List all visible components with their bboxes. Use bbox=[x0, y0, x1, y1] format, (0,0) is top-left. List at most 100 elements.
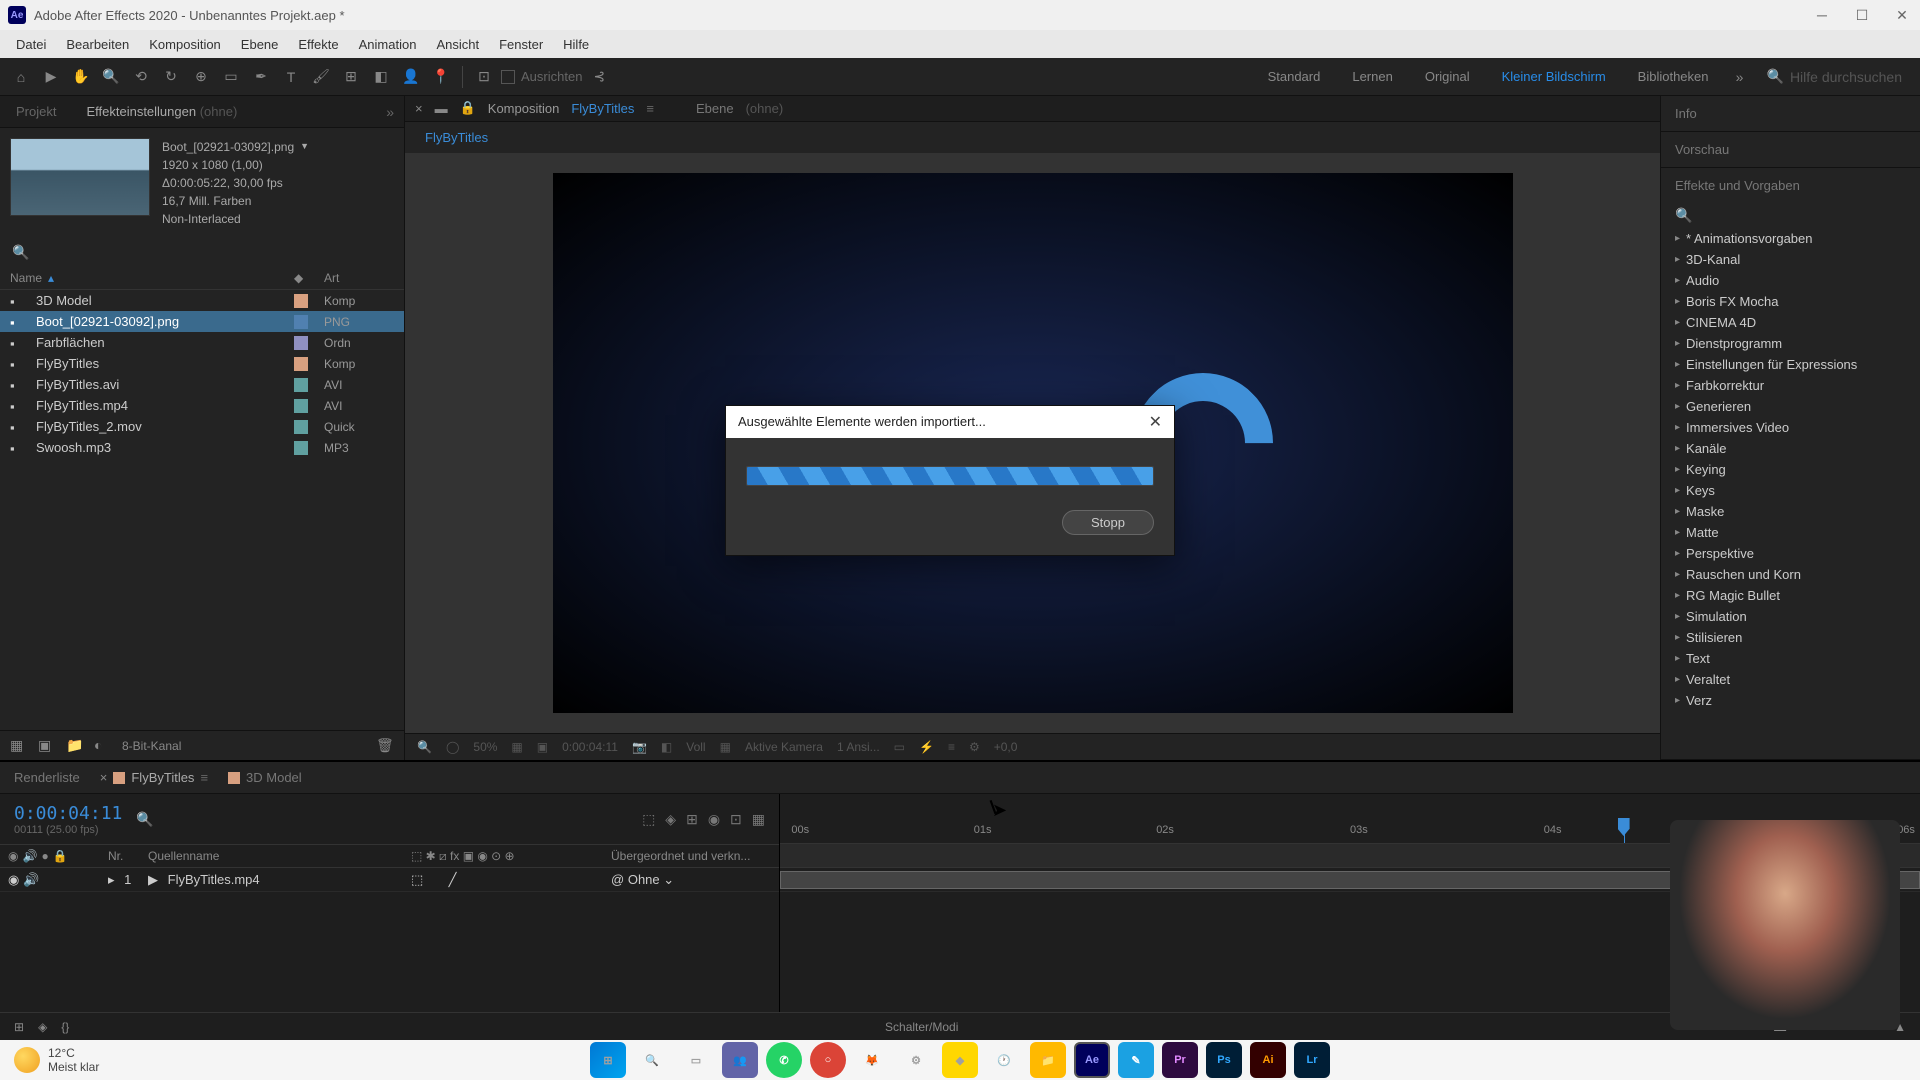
resolution-value[interactable]: Voll bbox=[686, 740, 705, 754]
project-item[interactable]: ▪FlyByTitles.avi AVI bbox=[0, 374, 404, 395]
timeline-layer-row[interactable]: ◉ 🔊 ▸ 1 ▶ FlyByTitles.mp4 ⬚ ╱ @ Ohne ⌄ bbox=[0, 868, 779, 892]
tab-renderliste[interactable]: Renderliste bbox=[14, 770, 80, 785]
project-item[interactable]: ▪FlyByTitles.mp4 AVI bbox=[0, 395, 404, 416]
pixel-aspect-icon[interactable]: ▭ bbox=[894, 740, 905, 754]
region-icon[interactable]: ◧ bbox=[661, 740, 672, 754]
parent-value[interactable]: Ohne bbox=[628, 872, 660, 887]
eye-col-icon[interactable]: ◉ bbox=[8, 849, 18, 863]
views-value[interactable]: 1 Ansi... bbox=[837, 740, 880, 754]
dialog-close-icon[interactable]: ✕ bbox=[1149, 412, 1162, 432]
task-view-icon[interactable]: ▭ bbox=[678, 1042, 714, 1078]
magnify-icon[interactable]: 🔍 bbox=[417, 740, 432, 754]
tab-projekt[interactable]: Projekt bbox=[10, 100, 62, 123]
project-item[interactable]: ▪3D Model Komp bbox=[0, 290, 404, 311]
label-swatch[interactable] bbox=[294, 336, 308, 350]
grid-icon[interactable]: ▦ bbox=[511, 740, 522, 754]
effect-category[interactable]: Keys bbox=[1661, 480, 1920, 501]
app-icon-red[interactable]: ○ bbox=[810, 1042, 846, 1078]
timecode[interactable]: 0:00:04:11 bbox=[14, 803, 122, 824]
solo-col-icon[interactable]: ● bbox=[41, 849, 48, 863]
maximize-button[interactable]: ☐ bbox=[1852, 5, 1872, 25]
project-item[interactable]: ▪FlyByTitles Komp bbox=[0, 353, 404, 374]
effects-presets-header[interactable]: Effekte und Vorgaben bbox=[1661, 168, 1920, 203]
project-item[interactable]: ▪Boot_[02921-03092].png PNG bbox=[0, 311, 404, 332]
anchor-tool[interactable]: ⊕ bbox=[188, 64, 214, 90]
toggle-mask-icon[interactable]: ◯ bbox=[446, 740, 459, 754]
workspace-lernen[interactable]: Lernen bbox=[1338, 65, 1406, 88]
stamp-tool[interactable]: ⊞ bbox=[338, 64, 364, 90]
pen-tool[interactable]: ✒ bbox=[248, 64, 274, 90]
bit-depth[interactable]: 8-Bit-Kanal bbox=[122, 739, 181, 753]
layer-eye-icon[interactable]: ◉ bbox=[8, 872, 19, 888]
premiere-icon[interactable]: Pr bbox=[1162, 1042, 1198, 1078]
playhead[interactable] bbox=[1624, 818, 1625, 843]
effect-category[interactable]: Matte bbox=[1661, 522, 1920, 543]
start-button[interactable]: ⊞ bbox=[590, 1042, 626, 1078]
close-button[interactable]: ✕ bbox=[1892, 5, 1912, 25]
layer-switches[interactable]: ⬚ ╱ bbox=[411, 872, 611, 888]
workspace-kleiner-bildschirm[interactable]: Kleiner Bildschirm bbox=[1488, 65, 1620, 88]
col-tag-icon[interactable]: ◆ bbox=[294, 271, 324, 285]
project-search[interactable]: 🔍 bbox=[0, 238, 404, 267]
effect-category[interactable]: Verz bbox=[1661, 690, 1920, 711]
menu-ansicht[interactable]: Ansicht bbox=[426, 33, 489, 56]
zoom-tool[interactable]: 🔍 bbox=[98, 64, 124, 90]
effect-category[interactable]: Generieren bbox=[1661, 396, 1920, 417]
workspace-bibliotheken[interactable]: Bibliotheken bbox=[1624, 65, 1723, 88]
effect-category[interactable]: Rauschen und Korn bbox=[1661, 564, 1920, 585]
effect-category[interactable]: Dienstprogramm bbox=[1661, 333, 1920, 354]
align-toggle[interactable]: Ausrichten bbox=[501, 69, 582, 84]
weather-widget[interactable]: 12°C Meist klar bbox=[14, 1046, 99, 1074]
comp-menu-icon[interactable]: ≡ bbox=[646, 101, 654, 116]
tl-footer-icon-1[interactable]: ⊞ bbox=[14, 1020, 24, 1034]
trash-icon[interactable]: 🗑 bbox=[376, 737, 394, 755]
effect-category[interactable]: Einstellungen für Expressions bbox=[1661, 354, 1920, 375]
minimize-button[interactable]: ─ bbox=[1812, 5, 1832, 25]
parent-dropdown-icon[interactable]: ⌄ bbox=[663, 872, 674, 887]
app-icon-blue[interactable]: ✎ bbox=[1118, 1042, 1154, 1078]
workspace-standard[interactable]: Standard bbox=[1254, 65, 1335, 88]
tl-tool-5[interactable]: ⊡ bbox=[730, 811, 742, 828]
tab-close-icon[interactable]: × bbox=[100, 770, 108, 785]
time-value[interactable]: 0:00:04:11 bbox=[562, 740, 618, 754]
layer-expand-icon[interactable]: ▸ bbox=[108, 872, 115, 887]
col-name-label[interactable]: Name bbox=[10, 271, 42, 285]
layer-audio-icon[interactable]: 🔊 bbox=[23, 872, 39, 888]
comp-tab-close-icon[interactable]: × bbox=[415, 101, 423, 116]
effect-category[interactable]: Keying bbox=[1661, 459, 1920, 480]
tl-tool-4[interactable]: ◉ bbox=[708, 811, 720, 828]
effect-category[interactable]: Stilisieren bbox=[1661, 627, 1920, 648]
selection-tool[interactable]: ▶ bbox=[38, 64, 64, 90]
sort-icon[interactable]: ▴ bbox=[48, 271, 54, 285]
menu-animation[interactable]: Animation bbox=[349, 33, 427, 56]
roto-tool[interactable]: 👤 bbox=[398, 64, 424, 90]
home-tool[interactable]: ⌂ bbox=[8, 64, 34, 90]
new-folder-icon[interactable]: 📁 bbox=[66, 737, 84, 755]
asset-name[interactable]: Boot_[02921-03092].png bbox=[162, 138, 309, 156]
effect-category[interactable]: Boris FX Mocha bbox=[1661, 291, 1920, 312]
effects-search[interactable]: 🔍 bbox=[1661, 203, 1920, 228]
audio-col-icon[interactable]: 🔊 bbox=[22, 849, 37, 863]
workspace-overflow-icon[interactable]: » bbox=[1727, 64, 1753, 90]
info-panel-header[interactable]: Info bbox=[1661, 96, 1920, 131]
label-swatch[interactable] bbox=[294, 294, 308, 308]
menu-komposition[interactable]: Komposition bbox=[139, 33, 231, 56]
schalter-modi[interactable]: Schalter/Modi bbox=[83, 1020, 1760, 1034]
label-swatch[interactable] bbox=[294, 441, 308, 455]
comp-lock-icon[interactable]: 🔒 bbox=[460, 100, 476, 116]
effect-category[interactable]: Kanäle bbox=[1661, 438, 1920, 459]
timeline-search[interactable]: 🔍 bbox=[136, 811, 153, 828]
label-swatch[interactable] bbox=[294, 357, 308, 371]
text-tool[interactable]: T bbox=[278, 64, 304, 90]
effect-category[interactable]: Farbkorrektur bbox=[1661, 375, 1920, 396]
snapshot-icon[interactable]: 📷 bbox=[632, 740, 647, 754]
stop-button[interactable]: Stopp bbox=[1062, 510, 1154, 535]
effect-category[interactable]: Veraltet bbox=[1661, 669, 1920, 690]
label-swatch[interactable] bbox=[294, 315, 308, 329]
effect-category[interactable]: Text bbox=[1661, 648, 1920, 669]
col-type-label[interactable]: Art bbox=[324, 271, 394, 285]
tab-3d-model[interactable]: 3D Model bbox=[228, 770, 302, 785]
channel-icon[interactable]: ▣ bbox=[537, 740, 548, 754]
tab-flybytitles[interactable]: × FlyByTitles ≡ bbox=[100, 770, 208, 785]
firefox-icon[interactable]: 🦊 bbox=[854, 1042, 890, 1078]
